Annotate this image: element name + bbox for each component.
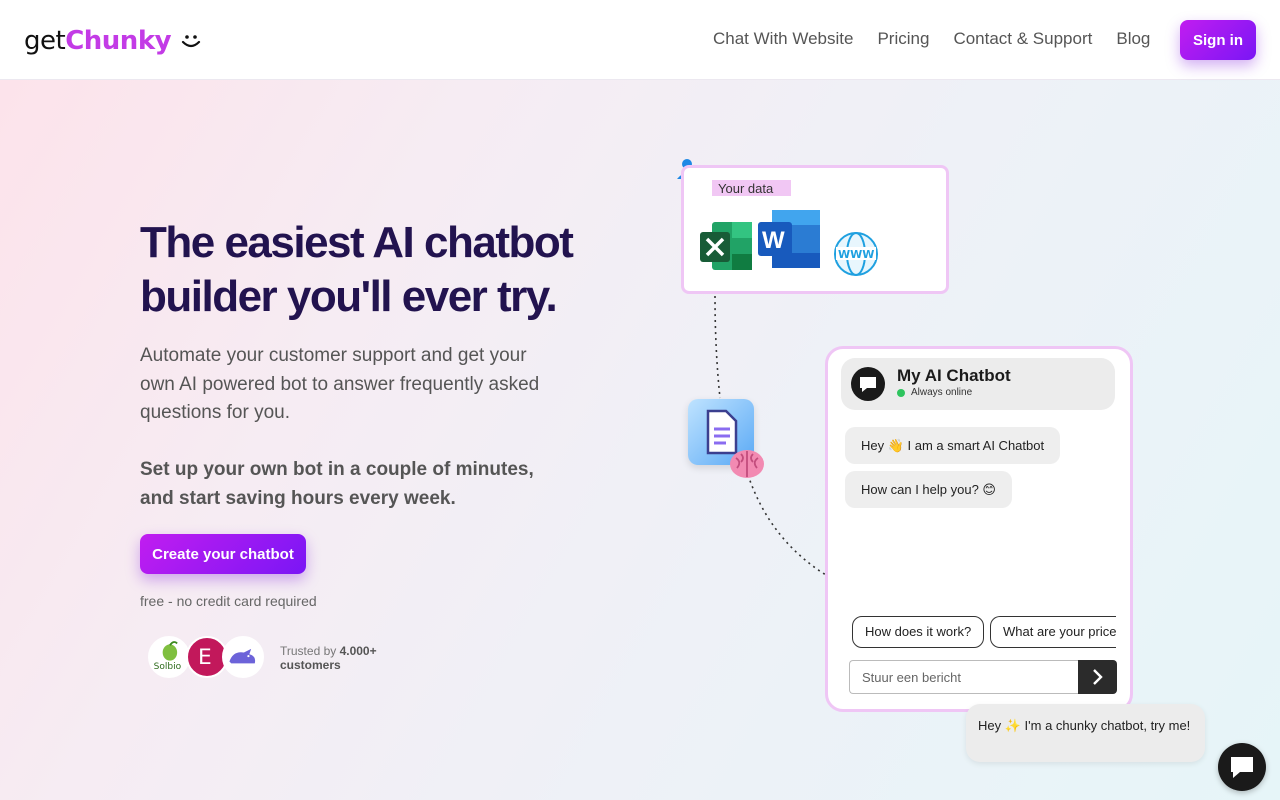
send-button[interactable] <box>1078 660 1117 694</box>
svg-text:WWW: WWW <box>838 248 874 261</box>
chatbot-title: My AI Chatbot <box>897 366 1011 385</box>
logo[interactable]: get Chunky <box>24 24 201 58</box>
nav-blog[interactable]: Blog <box>1116 29 1150 49</box>
your-data-label: Your data <box>712 180 791 196</box>
suggestion-chip[interactable]: How does it work? <box>852 616 985 648</box>
chevron-right-icon <box>1093 669 1103 685</box>
nav-pricing[interactable]: Pricing <box>877 29 929 49</box>
bot-message: How can I help you? 😊 <box>845 471 1012 508</box>
logo-chunky-text: Chunky <box>65 26 172 56</box>
trusted-by-text: Trusted by 4.000+ customers <box>280 644 377 672</box>
hero-title: The easiest AI chatbot builder you'll ev… <box>140 216 660 324</box>
cta-note: free - no credit card required <box>140 593 317 609</box>
suggestion-chip[interactable]: What are your prices? <box>990 616 1116 648</box>
message-input[interactable] <box>849 660 1079 694</box>
nav-chat-with-website[interactable]: Chat With Website <box>713 29 853 49</box>
word-icon: W <box>758 210 820 268</box>
logo-get-text: get <box>24 26 66 56</box>
hero-title-line2: builder you'll ever try. <box>140 272 558 321</box>
chatbot-avatar <box>851 367 885 401</box>
www-globe-icon: WWW <box>834 232 878 276</box>
chat-widget-greeting[interactable]: Hey ✨ I'm a chunky chatbot, try me! <box>966 704 1205 762</box>
create-chatbot-button[interactable]: Create your chatbot <box>140 534 306 574</box>
chatbot-header: My AI Chatbot Always online <box>841 358 1115 410</box>
chat-bubble-icon <box>1231 757 1253 778</box>
sign-in-button[interactable]: Sign in <box>1180 20 1256 60</box>
chat-bubble-icon <box>860 377 876 392</box>
trust-suffix: customers <box>280 658 341 672</box>
solbio-logo-text: Solbio <box>154 662 182 672</box>
hero-subtitle-bold: Set up your own bot in a couple of minut… <box>140 459 534 509</box>
chatbot-status-text: Always online <box>911 387 973 398</box>
e-logo-text: E <box>198 645 212 670</box>
excel-icon <box>700 222 752 270</box>
chat-widget-launcher[interactable] <box>1218 743 1266 791</box>
trust-prefix: Trusted by <box>280 644 340 658</box>
trusted-by: Solbio E Trusted by 4.000+ customers <box>148 636 408 680</box>
brain-icon <box>730 450 764 478</box>
online-indicator <box>897 388 905 397</box>
svg-text:W: W <box>762 227 785 254</box>
site-header: get Chunky Chat With Website Pricing Con… <box>0 0 1280 80</box>
smiley-icon <box>181 35 201 48</box>
trust-count: 4.000+ <box>339 644 377 658</box>
hero-subtitle: Automate your customer support and get y… <box>140 345 540 423</box>
chatbot-preview: My AI Chatbot Always online Hey 👋 I am a… <box>825 346 1133 712</box>
customer-logo-rhino <box>222 636 264 678</box>
nav-contact-support[interactable]: Contact & Support <box>953 29 1092 49</box>
bot-message: Hey 👋 I am a smart AI Chatbot <box>845 427 1061 464</box>
main-nav: Chat With Website Pricing Contact & Supp… <box>713 29 1174 49</box>
your-data-card: Your data W WWW <box>681 165 949 294</box>
chatbot-status: Always online <box>897 387 972 398</box>
hero-title-line1: The easiest AI chatbot <box>140 218 574 267</box>
customer-logo-solbio: Solbio <box>148 636 190 678</box>
